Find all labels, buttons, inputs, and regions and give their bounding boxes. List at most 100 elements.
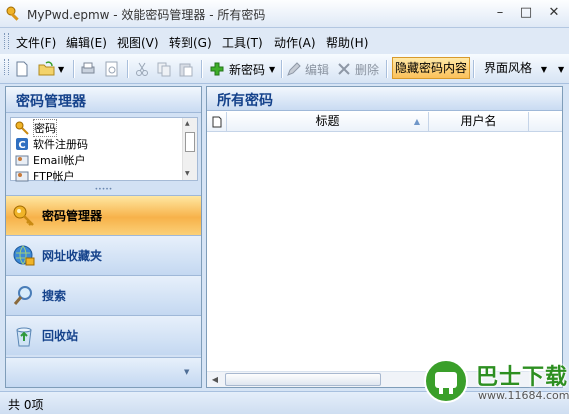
magnifier-icon xyxy=(13,285,32,305)
interface-style-label: 界面风格 xyxy=(484,61,533,75)
menu-tools[interactable]: 工具(T) xyxy=(222,34,263,51)
tree-item-label: FTP帐户 xyxy=(33,170,75,183)
tree-item-label: 软件注册码 xyxy=(33,138,88,151)
password-table-body[interactable] xyxy=(207,132,562,370)
print-preview-button[interactable] xyxy=(104,58,120,80)
title-bar: MyPwd.epmw - 效能密码管理器 - 所有密码 – □ ✕ xyxy=(0,0,569,28)
separator xyxy=(386,60,388,78)
delete-label: 删除 xyxy=(355,62,380,77)
copy-button[interactable] xyxy=(156,58,172,80)
scroll-left-arrow[interactable]: ◀ xyxy=(207,372,223,387)
category-tree: 密码 C 软件注册码 Email帐户 FTP帐户 ▲ ▼ xyxy=(10,117,198,184)
toolbar-grip xyxy=(4,59,9,75)
interface-style-button[interactable]: 界面风格 ▼ xyxy=(478,57,554,79)
ftp-account-icon xyxy=(15,171,29,182)
email-account-icon xyxy=(15,155,29,166)
site-watermark: 巴士下载 www.11684.com xyxy=(420,357,569,412)
nav-search[interactable]: 搜索 xyxy=(6,275,201,315)
item-count-status: 共 0项 xyxy=(8,398,44,412)
watermark-logo-icon xyxy=(424,359,468,403)
navigation-pane: 密码管理器 密码 C 软件注册码 Email帐户 FTP帐户 ▲ ▼ •••••… xyxy=(5,86,202,388)
column-header-type[interactable] xyxy=(207,112,227,132)
scroll-up-arrow[interactable]: ▲ xyxy=(185,120,190,127)
cut-button[interactable] xyxy=(134,58,150,80)
window-title: MyPwd.epmw - 效能密码管理器 - 所有密码 xyxy=(27,8,266,22)
new-password-button[interactable]: 新密码 ▼ xyxy=(209,58,275,80)
password-list-pane: 所有密码 标题 ▲ 用户名 ◀ ▶ xyxy=(206,86,563,388)
delete-x-icon xyxy=(338,63,350,75)
separator xyxy=(127,60,129,78)
column-header-filler xyxy=(529,112,562,132)
column-title-label: 标题 xyxy=(315,114,340,128)
menu-help[interactable]: 帮助(H) xyxy=(326,34,368,51)
printer-icon xyxy=(81,62,95,74)
edit-label: 编辑 xyxy=(305,62,330,77)
paste-icon xyxy=(179,63,193,77)
nav-password-manager[interactable]: 密码管理器 xyxy=(6,195,201,235)
pane-splitter[interactable]: ••••• xyxy=(6,187,201,193)
menu-actions[interactable]: 动作(A) xyxy=(274,34,316,51)
tree-item-software-keys[interactable]: C 软件注册码 xyxy=(15,136,88,152)
hide-password-content-button[interactable]: 隐藏密码内容 xyxy=(392,57,470,79)
open-file-button[interactable]: ▼ xyxy=(38,58,64,80)
maximize-button[interactable]: □ xyxy=(515,4,537,22)
chevron-down-icon: ▼ xyxy=(540,65,547,74)
horizontal-scroll-thumb[interactable] xyxy=(225,373,381,386)
nav-label: 网址收藏夹 xyxy=(42,249,103,263)
chevron-down-icon: ▼ xyxy=(269,64,276,74)
app-key-icon xyxy=(6,6,19,21)
tree-item-label: Email帐户 xyxy=(33,154,86,167)
scissors-icon xyxy=(136,62,148,76)
pencil-icon xyxy=(287,62,301,76)
menu-file[interactable]: 文件(F) xyxy=(16,34,56,51)
tree-item-ftp-accounts[interactable]: FTP帐户 xyxy=(15,168,75,184)
separator xyxy=(201,60,203,78)
new-file-icon xyxy=(16,61,28,77)
nav-recycle-bin[interactable]: 回收站 xyxy=(6,315,201,355)
tree-item-passwords[interactable]: 密码 xyxy=(15,119,57,137)
new-password-label: 新密码 xyxy=(229,62,266,77)
close-button[interactable]: ✕ xyxy=(543,4,565,22)
tree-item-label: 密码 xyxy=(33,119,57,137)
list-pane-title: 所有密码 xyxy=(207,87,562,111)
separator xyxy=(473,60,475,78)
menu-goto[interactable]: 转到(G) xyxy=(169,34,212,51)
toolbar-overflow-button[interactable]: ▼ xyxy=(558,58,564,80)
chevron-down-icon: ▼ xyxy=(58,64,65,74)
print-button[interactable] xyxy=(80,58,96,80)
print-preview-icon xyxy=(105,61,118,77)
software-c-icon: C xyxy=(16,138,28,151)
copy-icon xyxy=(157,62,171,77)
nav-footer: ▼ xyxy=(6,357,201,387)
watermark-title: 巴士下载 xyxy=(476,365,569,390)
menu-view[interactable]: 视图(V) xyxy=(117,34,159,51)
column-header-username[interactable]: 用户名 xyxy=(429,112,529,132)
sort-ascending-icon: ▲ xyxy=(413,117,420,126)
delete-button[interactable]: 删除 xyxy=(336,58,379,80)
watermark-url: www.11684.com xyxy=(478,389,569,402)
menu-grip xyxy=(4,33,9,49)
nav-label: 密码管理器 xyxy=(42,209,103,223)
recycle-bin-icon xyxy=(16,327,32,346)
svg-text:C: C xyxy=(18,140,25,151)
tree-scrollbar[interactable]: ▲ ▼ xyxy=(182,118,197,180)
key-icon xyxy=(15,121,29,135)
nav-label: 搜索 xyxy=(42,289,67,303)
minimize-button[interactable]: – xyxy=(489,4,511,22)
nav-url-favorites[interactable]: 网址收藏夹 xyxy=(6,235,201,275)
paste-button[interactable] xyxy=(178,58,194,80)
plus-icon xyxy=(210,62,224,76)
scroll-down-arrow[interactable]: ▼ xyxy=(185,170,190,177)
menu-bar: 文件(F) 编辑(E) 视图(V) 转到(G) 工具(T) 动作(A) 帮助(H… xyxy=(0,28,569,54)
edit-button[interactable]: 编辑 xyxy=(286,58,329,80)
menu-edit[interactable]: 编辑(E) xyxy=(66,34,107,51)
column-header-title[interactable]: 标题 ▲ xyxy=(227,112,429,132)
chevron-down-icon[interactable]: ▼ xyxy=(184,368,189,376)
document-icon xyxy=(212,116,221,128)
tree-scroll-thumb[interactable] xyxy=(185,132,195,152)
new-file-button[interactable] xyxy=(14,58,30,80)
open-folder-icon xyxy=(38,61,55,76)
nav-label: 回收站 xyxy=(42,329,79,343)
globe-lock-icon xyxy=(13,245,35,265)
tree-item-email-accounts[interactable]: Email帐户 xyxy=(15,152,86,168)
